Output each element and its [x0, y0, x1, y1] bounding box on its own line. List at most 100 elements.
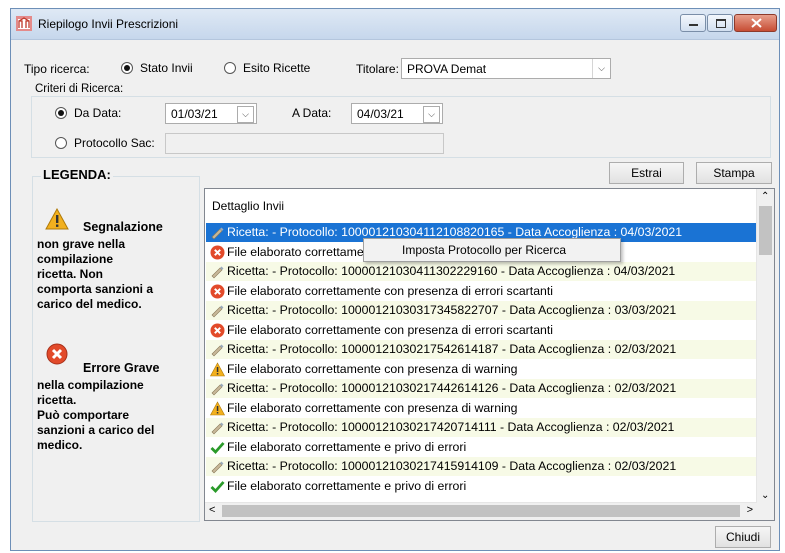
- error-title: Errore Grave: [83, 361, 160, 375]
- list-item-text: File elaborato correttamente con presenz…: [227, 322, 554, 337]
- title-bar[interactable]: Riepilogo Invii Prescrizioni: [11, 9, 779, 40]
- check-icon: [210, 440, 225, 455]
- minimize-icon: [689, 24, 698, 26]
- list-header: Dettaglio Invii: [212, 199, 285, 213]
- close-button[interactable]: [734, 14, 777, 32]
- scroll-down-icon[interactable]: ⌄: [761, 490, 769, 501]
- pencil-icon: [210, 381, 225, 396]
- scroll-up-icon[interactable]: ⌃: [761, 191, 769, 202]
- horizontal-scroll-thumb[interactable]: [222, 505, 740, 517]
- error-line: nella compilazione: [37, 378, 144, 392]
- chevron-down-icon[interactable]: ⌵: [592, 59, 610, 78]
- pencil-icon: [210, 459, 225, 474]
- list-item-text: Ricetta: - Protocollo: 10000121030217415…: [227, 459, 677, 473]
- app-icon: [16, 16, 32, 31]
- vertical-scrollbar[interactable]: ⌃ ⌄: [756, 189, 774, 503]
- warning-title: Segnalazione: [83, 220, 163, 234]
- error-icon: [210, 323, 225, 338]
- pencil-icon: [210, 420, 225, 435]
- list-item-text: File elaborato correttamente e privo di …: [227, 478, 467, 493]
- a-data-value: 04/03/21: [357, 107, 404, 121]
- list-item[interactable]: File elaborato correttamente con presenz…: [206, 360, 757, 379]
- pencil-icon: [210, 225, 225, 240]
- vertical-scroll-thumb[interactable]: [759, 206, 772, 255]
- list-item-text: Ricetta: - Protocollo: 10000121030217442…: [227, 381, 677, 395]
- warning-description: non grave nella compilazione ricetta. No…: [37, 237, 153, 312]
- titolare-label: Titolare:: [356, 62, 399, 76]
- list-item[interactable]: File elaborato correttamente con presenz…: [206, 321, 757, 340]
- da-data-value: 01/03/21: [171, 107, 218, 121]
- warning-icon: [209, 400, 226, 416]
- list-item[interactable]: Ricetta: - Protocollo: 10000121030217442…: [206, 379, 757, 398]
- list-item-text: Ricetta: - Protocollo: 10000121030217420…: [227, 420, 675, 434]
- protocollo-label[interactable]: Protocollo Sac:: [74, 136, 155, 150]
- warning-icon: [45, 208, 69, 230]
- imposta-protocollo-menu-item[interactable]: Imposta Protocollo per Ricerca: [402, 243, 566, 257]
- list-item-text: Ricetta: - Protocollo: 10000121030411302…: [227, 264, 676, 278]
- error-icon: [46, 343, 68, 365]
- stato-invii-label[interactable]: Stato Invii: [140, 61, 193, 75]
- list-item-text: Ricetta: - Protocollo: 10000121030317345…: [227, 303, 677, 317]
- error-description: nella compilazione ricetta. Può comporta…: [37, 378, 154, 453]
- esito-ricette-radio[interactable]: [224, 62, 236, 74]
- stato-invii-radio[interactable]: [121, 62, 133, 74]
- list-item[interactable]: Ricetta: - Protocollo: 10000121030217415…: [206, 457, 757, 476]
- list-item[interactable]: Ricetta: - Protocollo: 10000121030317345…: [206, 301, 757, 320]
- list-item[interactable]: File elaborato correttamente e privo di …: [206, 438, 757, 457]
- titolare-value: PROVA Demat: [407, 62, 487, 76]
- error-icon: [210, 245, 225, 260]
- error-icon: [210, 284, 225, 299]
- error-line: Può comportare: [37, 408, 130, 422]
- criteri-title: Criteri di Ricerca:: [34, 83, 125, 95]
- calendar-dropdown-icon[interactable]: ⌵: [237, 106, 254, 123]
- a-data-picker[interactable]: 04/03/21 ⌵: [351, 103, 443, 124]
- scroll-left-icon[interactable]: <: [209, 504, 215, 516]
- list-item[interactable]: File elaborato correttamente con presenz…: [206, 282, 757, 301]
- main-window: Riepilogo Invii Prescrizioni Tipo ricerc…: [10, 8, 780, 551]
- warning-line: comporta sanzioni a: [37, 282, 154, 296]
- pencil-icon: [210, 303, 225, 318]
- stampa-button[interactable]: Stampa: [696, 162, 772, 184]
- estrai-button[interactable]: Estrai: [609, 162, 684, 184]
- horizontal-scrollbar[interactable]: < >: [205, 502, 757, 520]
- list-item[interactable]: File elaborato correttamente con presenz…: [206, 399, 757, 418]
- legenda-title: LEGENDA:: [41, 167, 113, 182]
- titolare-select[interactable]: PROVA Demat ⌵: [401, 58, 611, 79]
- pencil-icon: [210, 264, 225, 279]
- list-item[interactable]: File elaborato correttamente e privo di …: [206, 477, 757, 496]
- error-line: sanzioni a carico del: [37, 423, 155, 437]
- list-item-text: Ricetta: - Protocollo: 10000121030217542…: [227, 342, 677, 356]
- list-item-text: File elaborato correttamente con presenz…: [227, 400, 518, 415]
- protocollo-input[interactable]: [165, 133, 444, 154]
- list-item[interactable]: Ricetta: - Protocollo: 10000121030217542…: [206, 340, 757, 359]
- scroll-right-icon[interactable]: >: [747, 504, 753, 516]
- check-icon: [210, 479, 225, 494]
- warning-line: carico del medico.: [37, 297, 142, 311]
- window-title: Riepilogo Invii Prescrizioni: [38, 17, 179, 31]
- da-data-label[interactable]: Da Data:: [74, 106, 121, 120]
- error-line: ricetta.: [37, 393, 77, 407]
- protocollo-radio[interactable]: [55, 137, 67, 149]
- warning-line: non grave nella: [37, 237, 126, 251]
- pencil-icon: [210, 342, 225, 357]
- warning-line: ricetta. Non: [37, 267, 104, 281]
- minimize-button[interactable]: [680, 14, 706, 32]
- tipo-ricerca-label: Tipo ricerca:: [24, 62, 90, 76]
- calendar-dropdown-icon[interactable]: ⌵: [423, 106, 440, 123]
- list-item-text: File elaborato correttamente e privo di …: [227, 439, 467, 454]
- esito-ricette-label[interactable]: Esito Ricette: [243, 61, 310, 75]
- context-menu: Imposta Protocollo per Ricerca: [363, 238, 621, 262]
- list-item-text: File elaborato correttamente con presenz…: [227, 361, 518, 376]
- list-item[interactable]: Ricetta: - Protocollo: 10000121030217420…: [206, 418, 757, 437]
- list-item-text: File elaborato correttamente con presenz…: [227, 283, 554, 298]
- close-icon: [751, 18, 762, 28]
- error-line: medico.: [37, 438, 83, 452]
- chiudi-button[interactable]: Chiudi: [715, 526, 771, 548]
- list-item[interactable]: Ricetta: - Protocollo: 10000121030411302…: [206, 262, 757, 281]
- maximize-icon: [716, 19, 726, 28]
- maximize-button[interactable]: [707, 14, 733, 32]
- warning-line: compilazione: [37, 252, 114, 266]
- da-data-picker[interactable]: 01/03/21 ⌵: [165, 103, 257, 124]
- warning-icon: [209, 361, 226, 377]
- da-data-radio[interactable]: [55, 107, 67, 119]
